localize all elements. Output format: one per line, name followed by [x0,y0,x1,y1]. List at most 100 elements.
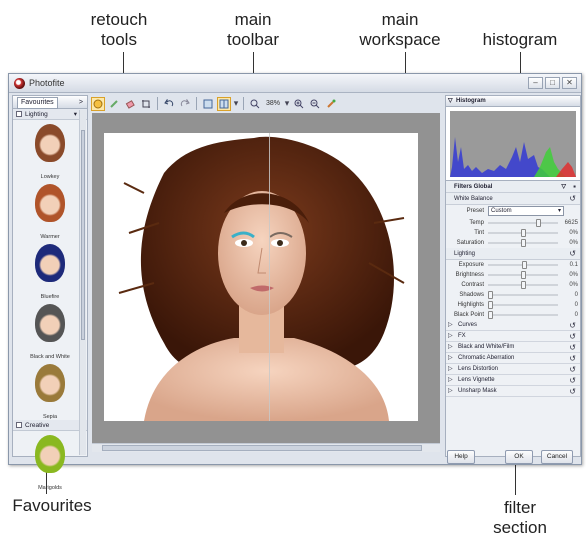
collapsed-filter-item[interactable]: ▷ Unsharp Mask ↺ [446,386,580,397]
expand-icon[interactable]: ▷ [448,331,453,342]
crop-icon[interactable] [139,97,153,111]
reset-icon[interactable]: ↺ [569,353,576,364]
slider-track[interactable] [488,219,558,227]
slider-track[interactable] [488,239,558,247]
reset-icon[interactable]: ↺ [569,342,576,353]
collapse-icon[interactable]: ▽ [448,96,453,107]
slider-track[interactable] [488,291,558,299]
white-balance-header[interactable]: White Balance ↺ [446,193,580,205]
reset-icon[interactable]: ↺ [569,193,576,205]
paint-icon[interactable] [324,97,338,111]
slider-track[interactable] [488,229,558,237]
cancel-button[interactable]: Cancel [541,450,573,464]
slider-handle[interactable] [521,271,526,279]
lighting-header[interactable]: Lighting ↺ [446,248,580,260]
lighting-sliders: Exposure 0.1 Brightness 0% Contrast 0% Shadows… [446,260,580,320]
zoom-icon[interactable] [248,97,262,111]
filters-global-header[interactable]: Filters Global ▽ ▪ [446,181,580,193]
slider-handle[interactable] [488,311,493,319]
filters-global-title: Filters Global [454,184,493,190]
zoom-in-icon[interactable] [292,97,306,111]
main-toolbar: ▾ 38% ▾ [91,95,441,112]
slider-value: 0.1 [569,262,578,268]
category-checkbox[interactable] [16,111,22,118]
favourite-item[interactable]: Lowkey [21,124,79,180]
reset-icon[interactable]: ↺ [569,331,576,342]
favourites-category-creative[interactable]: Creative [13,420,87,431]
collapsed-filter-item[interactable]: ▷ Lens Vignette ↺ [446,375,580,386]
slider-handle[interactable] [522,261,528,269]
favourite-thumbnail [35,435,65,473]
redo-icon[interactable] [178,97,192,111]
zoom-dropdown-icon[interactable]: ▾ [284,97,290,111]
expand-icon[interactable]: ▷ [448,375,453,386]
filter-panel: ▽ Histogram Filters Global ▽ ▪ White Balanc… [445,95,581,457]
maximize-button[interactable]: □ [545,77,560,89]
favourite-item[interactable]: Marigolds [21,435,79,491]
collapsed-filter-item[interactable]: ▷ Curves ↺ [446,320,580,331]
category-checkbox[interactable] [16,422,22,429]
category-dropdown-icon[interactable]: ▾ [74,109,77,120]
photo-canvas[interactable] [104,133,418,421]
favourites-category-lighting[interactable]: Lighting ▾ [13,109,87,120]
zoom-out-icon[interactable] [308,97,322,111]
undo-icon[interactable] [162,97,176,111]
slider-handle[interactable] [488,301,493,309]
filter-menu-icon[interactable]: ▽ [561,181,566,193]
slider-handle[interactable] [521,229,526,237]
retouch-brush-icon[interactable] [107,97,121,111]
expand-icon[interactable]: ▷ [448,320,453,331]
collapsed-filter-item[interactable]: ▷ Lens Distortion ↺ [446,364,580,375]
zoom-level[interactable]: 38% [264,100,282,107]
close-button[interactable]: ✕ [562,77,577,89]
favourites-scrollbar[interactable] [79,110,86,455]
single-view-icon[interactable] [201,97,215,111]
scrollbar-thumb[interactable] [81,130,85,340]
ok-button[interactable]: OK [505,450,533,464]
scrollbar-thumb[interactable] [102,445,422,451]
expand-icon[interactable]: ▷ [448,353,453,364]
collapsed-filter-item[interactable]: ▷ Chromatic Aberration ↺ [446,353,580,364]
main-workspace[interactable] [92,113,440,443]
histogram-header[interactable]: ▽ Histogram [446,96,580,107]
expand-icon[interactable]: ▷ [448,386,453,397]
minimize-button[interactable]: – [528,77,543,89]
reset-icon[interactable]: ↺ [569,364,576,375]
favourite-thumbnail [35,124,65,162]
reset-icon[interactable]: ↺ [569,375,576,386]
view-dropdown-icon[interactable]: ▾ [233,97,239,111]
favourites-collapse-button[interactable]: > [79,96,83,109]
slider-handle[interactable] [488,291,493,299]
workspace-hscrollbar[interactable] [92,443,440,452]
slider-track[interactable] [488,301,558,309]
slider-track[interactable] [488,311,558,319]
favourites-tab[interactable]: Favourites [17,97,58,109]
expand-icon[interactable]: ▷ [448,342,453,353]
favourite-item[interactable]: Warmer [21,184,79,240]
callout-main-toolbar: main toolbar [227,10,279,49]
split-view-icon[interactable] [217,96,231,111]
favourite-item[interactable]: Bluefire [21,244,79,300]
reset-icon[interactable]: ↺ [569,386,576,397]
slider-handle[interactable] [521,281,526,289]
favourite-item[interactable]: Sepia [21,364,79,420]
favourite-item[interactable]: Black and White [21,304,79,360]
slider-handle[interactable] [535,219,541,227]
collapsed-filter-item[interactable]: ▷ Black and White/Film ↺ [446,342,580,353]
slider-handle[interactable] [521,239,526,247]
expand-icon[interactable]: ▷ [448,364,453,375]
save-icon[interactable]: ▪ [573,181,576,193]
split-view-divider[interactable] [269,133,270,421]
slider-label: Contrast [461,282,484,288]
retouch-face-icon[interactable] [91,96,105,111]
help-button[interactable]: Help [447,450,475,464]
preset-dropdown[interactable]: Custom ▾ [488,206,564,216]
slider-track[interactable] [488,281,558,289]
reset-icon[interactable]: ↺ [569,320,576,331]
slider-track[interactable] [488,261,558,269]
reset-icon[interactable]: ↺ [569,248,576,260]
collapsed-filter-item[interactable]: ▷ FX ↺ [446,331,580,342]
slider-track[interactable] [488,271,558,279]
retouch-eraser-icon[interactable] [123,97,137,111]
section-title: White Balance [454,196,493,202]
